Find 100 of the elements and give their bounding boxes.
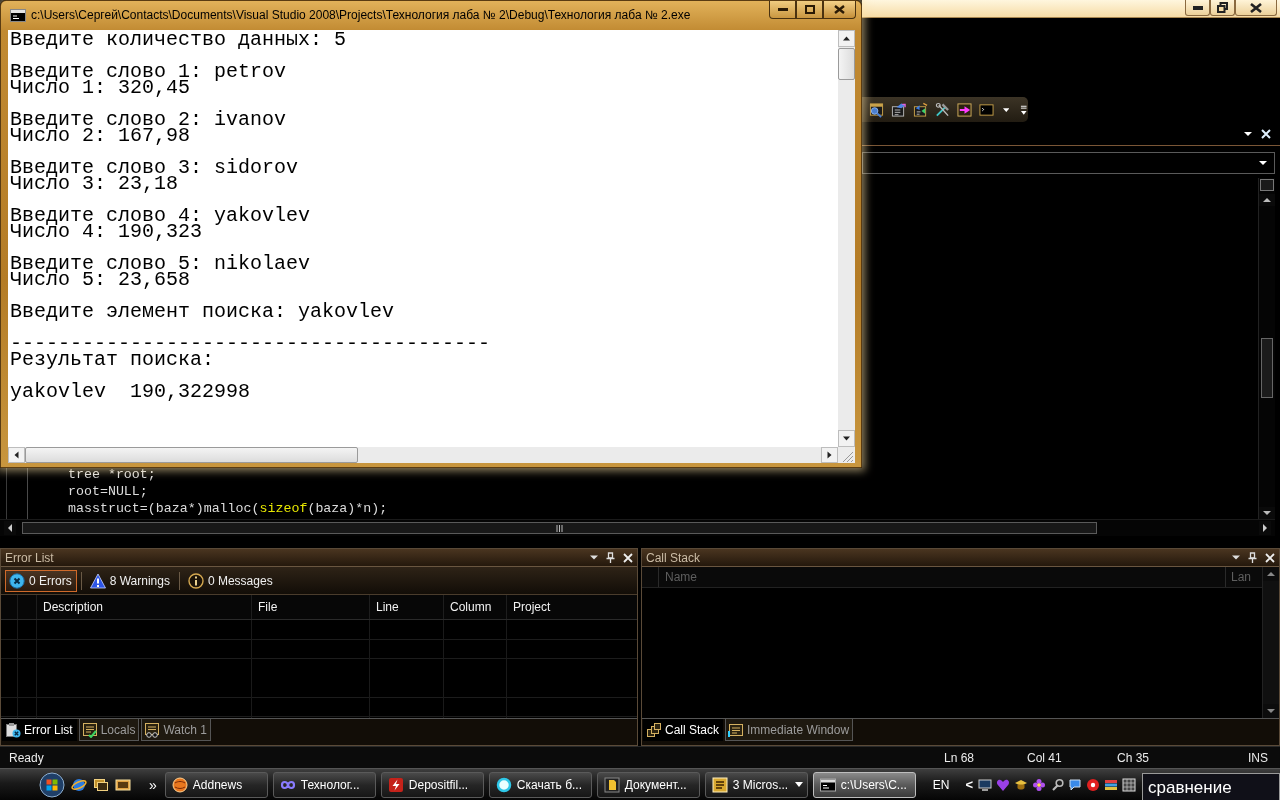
pin-icon[interactable] [606,552,615,563]
tray-expand-button[interactable]: < [963,777,976,792]
books-icon[interactable] [1104,777,1119,792]
taskbar-button[interactable]: c:\Users\C... [812,771,916,798]
column-header[interactable]: Description [43,600,104,614]
caret-down-icon[interactable] [1244,132,1252,136]
taskbar-button[interactable]: Depositfil... [380,771,484,798]
panel-tab[interactable]: Watch 1 [141,719,211,741]
window-stack-icon[interactable] [93,776,109,793]
lightning-tile-icon [387,776,404,793]
minimize-button[interactable] [1185,0,1210,16]
error-icon [9,572,25,589]
window-magnifier-icon[interactable] [869,101,884,118]
char-indicator: Ch 35 [1117,750,1151,765]
column-header[interactable]: Line [376,600,399,614]
scrollbar-thumb[interactable] [838,48,855,80]
close-icon[interactable] [1261,129,1271,139]
window-pointer-icon[interactable] [891,101,906,118]
console-line: Число 3: 23,18 [10,176,179,192]
mortarboard-icon[interactable] [1014,777,1029,792]
scrollbar-thumb[interactable] [25,447,358,463]
window-title: c:\Users\Сергей\Contacts\Documents\Visual Studio 2008\Projects\Технология лаба № 2\Debug\Технология лаба № 2.exe [31,8,691,22]
console-app-icon [10,9,26,22]
console-app-icon [819,776,836,793]
taskbar-button[interactable]: Технолог... [272,771,376,798]
scroll-left-button[interactable] [8,447,25,463]
close-icon [1250,2,1262,13]
taskbar-button[interactable]: Скачать б... [488,771,592,798]
start-button[interactable] [39,771,65,798]
toolbar-options-icon[interactable] [1020,103,1028,116]
scrollbar-thumb[interactable] [22,522,1097,534]
console-line: Введите слово 1: petrov [10,64,287,80]
scroll-up-button[interactable] [838,30,855,47]
scrollbar-thumb[interactable] [1261,338,1273,398]
scroll-down-button[interactable] [838,430,855,447]
caret-down-icon[interactable] [590,555,598,560]
close-button[interactable] [823,1,856,19]
filter-button[interactable]: 0 Errors [5,569,77,592]
hammer-wrench-icon[interactable] [934,101,950,118]
grid-tile-icon[interactable] [1122,777,1137,792]
flower-icon[interactable] [1032,777,1047,792]
panel-title: Call Stack [646,550,701,565]
window-tick-icon [81,721,98,738]
taskbar-button[interactable]: Addnews [164,771,268,798]
vertical-scrollbar[interactable] [1262,567,1279,718]
vertical-scrollbar[interactable] [1258,178,1275,519]
minimize-button[interactable] [769,1,796,19]
quick-launch-more-button[interactable]: » [147,776,159,793]
close-button[interactable] [1235,0,1277,16]
panel-title: Error List [5,550,54,565]
navigation-dropdown[interactable] [862,152,1275,174]
console-line: ---------------------------------------- [10,336,491,352]
info-icon [187,572,204,589]
scroll-right-button[interactable] [821,447,838,463]
horizontal-scrollbar[interactable] [0,519,1275,536]
vertical-scrollbar[interactable] [838,30,855,447]
window-lines-icon [728,721,745,738]
caret-down-icon [794,782,803,787]
restore-button[interactable] [1210,0,1235,16]
picture-frame-icon[interactable] [115,776,131,793]
close-icon[interactable] [623,552,633,563]
taskbar-button[interactable]: 3 Micros... [704,771,808,798]
taskbar-button[interactable]: Документ... [596,771,700,798]
disc-icon[interactable] [1086,777,1101,792]
maximize-icon [804,5,815,14]
window-arrows-icon[interactable] [912,101,928,118]
language-indicator[interactable]: EN [932,777,950,792]
filter-button[interactable]: 8 Warnings [85,569,175,592]
pin-icon[interactable] [1248,552,1257,563]
filter-button[interactable]: 0 Messages [183,569,278,592]
code-line: tree *root; [68,466,156,483]
chat-bubble-icon[interactable] [1068,777,1083,792]
panel-tab[interactable]: Call Stack [643,719,724,741]
horizontal-scrollbar[interactable] [8,447,838,463]
panel-tab[interactable]: Error List [2,719,77,741]
resize-grip-icon[interactable] [838,447,855,463]
panel-tab[interactable]: Immediate Window [725,719,854,741]
globe-icon[interactable] [71,776,87,793]
column-header[interactable]: Project [513,600,551,614]
magnifier-icon[interactable] [1050,777,1065,792]
maximize-button[interactable] [796,1,823,19]
console-line: Введите слово 2: ivanov [10,112,287,128]
heart-icon[interactable] [996,777,1011,792]
console-window-icon[interactable] [978,101,994,118]
minimize-icon [777,8,788,11]
caret-down-icon[interactable] [1002,107,1010,112]
monitor-icon[interactable] [978,777,993,792]
split-handle[interactable] [1260,179,1274,191]
popup-label: сравнение [1142,773,1280,800]
panel-tab[interactable]: Locals [78,719,140,741]
warning-icon [89,572,106,589]
ring-icon [495,776,512,793]
restore-icon [1217,2,1228,13]
console-line: Число 1: 320,45 [10,80,191,96]
grip-icon [556,524,563,532]
column-header[interactable]: File [258,600,278,614]
column-header[interactable]: Column [450,600,492,614]
caret-down-icon[interactable] [1232,555,1240,560]
close-icon[interactable] [1265,552,1275,563]
console-line: Введите элемент поиска: yakovlev [10,304,395,320]
